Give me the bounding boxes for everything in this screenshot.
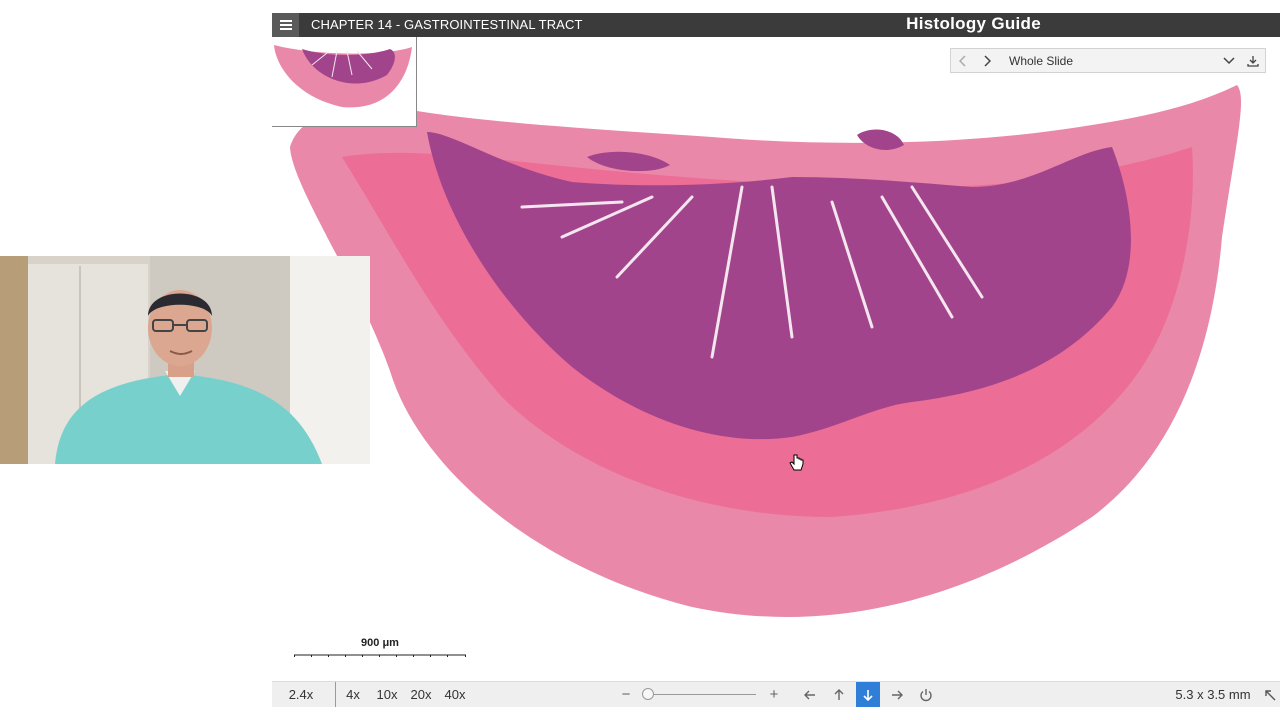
tissue-slide-image: [290, 85, 1242, 617]
expand-corner-icon[interactable]: [1262, 682, 1278, 707]
slide-navigator: Whole Slide: [950, 48, 1266, 73]
zoom-preset-40x[interactable]: 40x: [440, 682, 470, 707]
chevron-down-icon[interactable]: [1217, 49, 1241, 72]
viewer-toolbar: 2.4x 4x 10x 20x 40x − + 5.3 x 3.5 mm: [272, 681, 1280, 707]
arrow-left-icon[interactable]: [799, 682, 821, 707]
arrow-down-icon[interactable]: [856, 682, 880, 707]
zoom-in-button[interactable]: +: [766, 682, 782, 707]
chevron-right-icon[interactable]: [975, 49, 999, 72]
current-zoom-level: 2.4x: [288, 687, 314, 702]
scale-label: 900 μm: [361, 637, 399, 649]
slide-viewport[interactable]: Whole Slide 900 μm: [272, 37, 1280, 657]
zoom-slider-track[interactable]: [648, 694, 756, 695]
presenter-webcam-video: [0, 256, 370, 464]
navigator-title[interactable]: Whole Slide: [1009, 54, 1217, 68]
header-bar: CHAPTER 14 - GASTROINTESTINAL TRACT Hist…: [272, 13, 1280, 37]
hamburger-menu-icon[interactable]: [272, 13, 299, 37]
chapter-title[interactable]: CHAPTER 14 - GASTROINTESTINAL TRACT: [311, 17, 583, 32]
slide-thumbnail[interactable]: [272, 37, 417, 127]
toolbar-divider: [335, 682, 336, 707]
download-icon[interactable]: [1241, 49, 1265, 72]
zoom-slider-handle[interactable]: [642, 688, 654, 700]
presenter-video-frame: [0, 256, 370, 464]
scale-bar: 900 μm: [294, 637, 466, 657]
zoom-preset-10x[interactable]: 10x: [372, 682, 402, 707]
power-icon[interactable]: [915, 682, 937, 707]
zoom-out-button[interactable]: −: [618, 682, 634, 707]
chevron-left-icon[interactable]: [951, 49, 975, 72]
hand-cursor-icon: [789, 454, 804, 471]
slide-dimensions: 5.3 x 3.5 mm: [1175, 687, 1251, 702]
histology-viewer: CHAPTER 14 - GASTROINTESTINAL TRACT Hist…: [272, 13, 1280, 707]
scale-ruler: [294, 654, 466, 657]
site-brand[interactable]: Histology Guide: [906, 14, 1041, 34]
zoom-preset-4x[interactable]: 4x: [340, 682, 366, 707]
arrow-up-icon[interactable]: [828, 682, 850, 707]
zoom-preset-20x[interactable]: 20x: [406, 682, 436, 707]
arrow-right-icon[interactable]: [886, 682, 908, 707]
